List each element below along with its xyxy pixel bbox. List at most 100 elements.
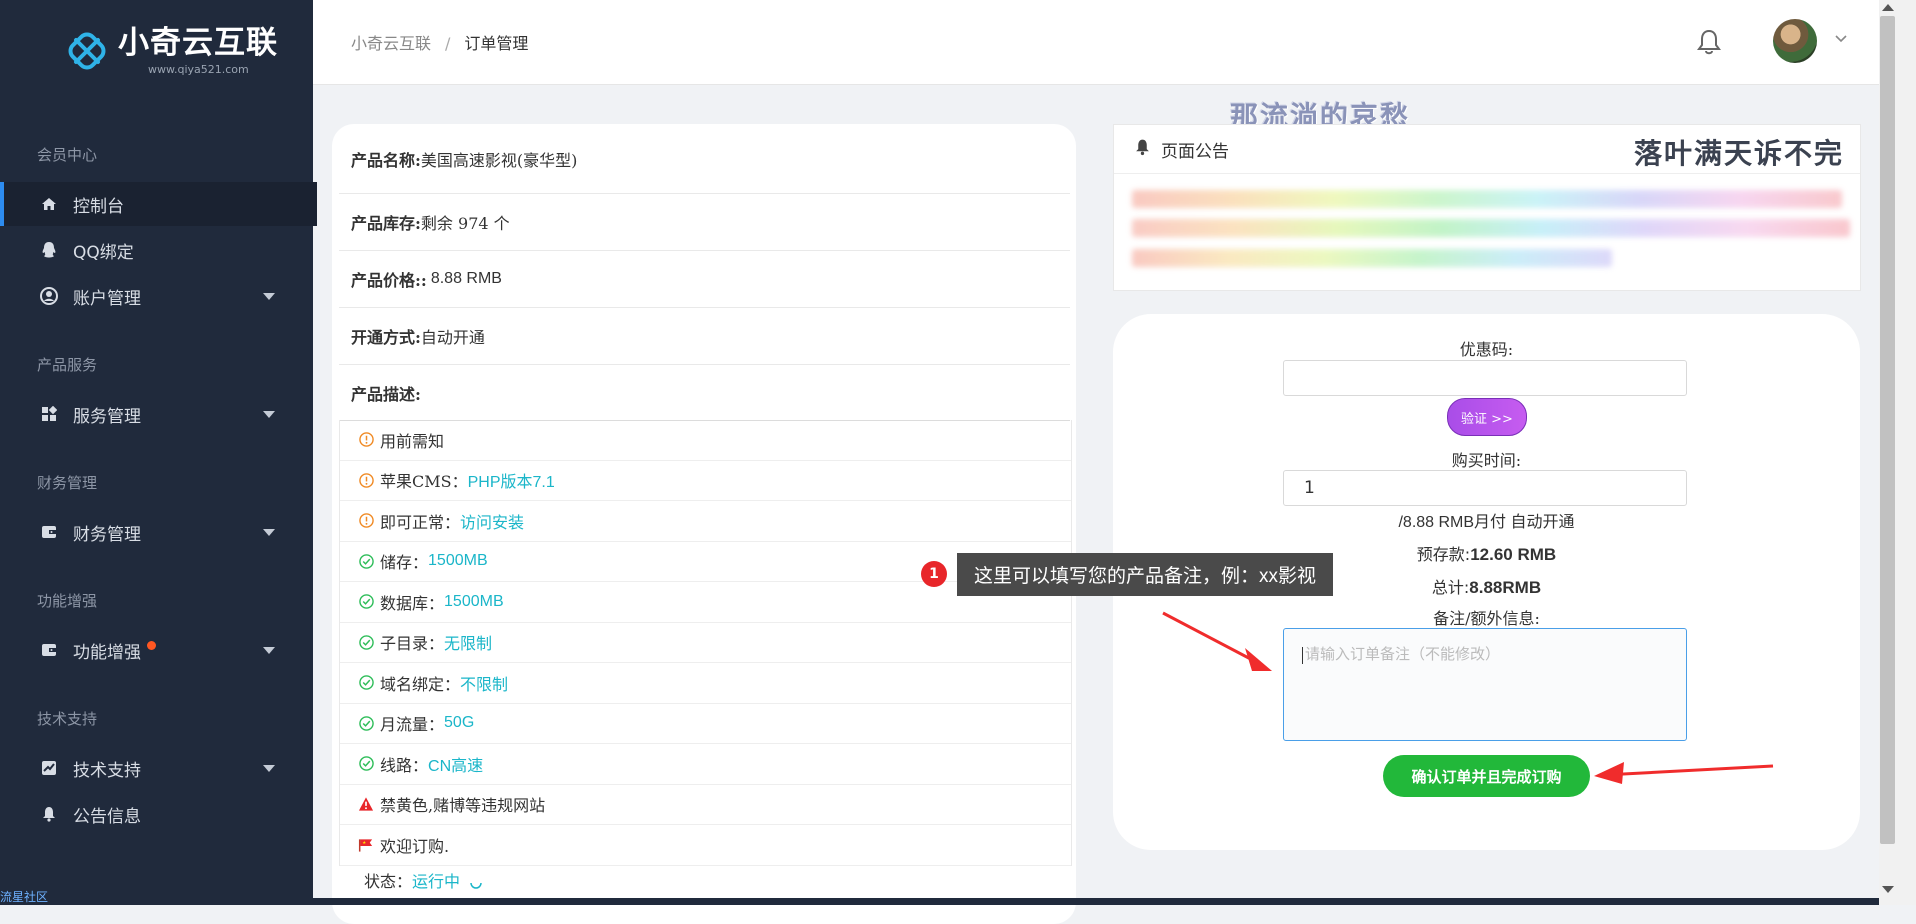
bottom-strip <box>313 898 1879 905</box>
home-icon <box>39 194 59 214</box>
remark-label: 备注/额外信息: <box>1433 609 1540 628</box>
sidebar-item-label: 账户管理 <box>73 288 141 309</box>
sidebar-item-label: 控制台 <box>73 196 124 217</box>
feature-value: 50G <box>444 714 475 732</box>
chevron-down-icon[interactable] <box>1835 35 1847 43</box>
check-circle-icon <box>358 553 374 569</box>
sidebar-item-enhance[interactable]: 功能增强 <box>0 628 313 672</box>
wallet-icon <box>39 522 59 542</box>
feature-text: 即可正常： <box>380 512 461 532</box>
sidebar-item-dashboard[interactable]: 控制台 <box>0 182 317 226</box>
top-header: 小奇云互联 / 订单管理 <box>313 0 1879 85</box>
nav-section-enhance: 功能增强 <box>37 592 98 610</box>
product-price-value: 8.88 RMB <box>430 270 502 287</box>
check-circle-icon <box>358 715 374 731</box>
blurred-notice-line <box>1132 249 1612 267</box>
bell-icon <box>1134 138 1151 161</box>
list-item: 线路： CN高速 <box>340 744 1071 785</box>
feature-value: 不限制 <box>460 674 509 694</box>
total-label: 总计: <box>1431 578 1470 597</box>
product-open-value: 自动开通 <box>420 328 485 347</box>
scroll-up-arrow-icon[interactable] <box>1882 4 1894 11</box>
sidebar: 小奇云互联 www.qiya521.com 会员中心 控制台 QQ绑定 账户管理… <box>0 0 317 905</box>
breadcrumb-separator: / <box>445 34 451 53</box>
feature-value: CN高速 <box>428 757 484 775</box>
sidebar-item-finance[interactable]: 财务管理 <box>0 510 313 554</box>
sidebar-item-qq[interactable]: QQ绑定 <box>0 228 313 272</box>
feature-text: 储存： <box>380 553 429 573</box>
product-desc-label: 产品描述: <box>351 384 421 404</box>
feature-list: 用前需知 苹果CMS： PHP版本7.1 即可正常： 访问安装 储存： 1500MB … <box>339 420 1072 866</box>
avatar[interactable] <box>1773 19 1817 63</box>
sidebar-item-account[interactable]: 账户管理 <box>0 274 313 318</box>
breadcrumb-home[interactable]: 小奇云互联 <box>351 34 431 53</box>
brand-logo[interactable]: 小奇云互联 www.qiya521.com <box>66 25 278 76</box>
feature-text: 欢迎订购. <box>380 836 450 856</box>
scroll-down-arrow-icon[interactable] <box>1882 886 1894 893</box>
annotation-tooltip: 这里可以填写您的产品备注，例：xx影视 <box>957 553 1334 596</box>
list-item: 月流量： 50G <box>340 704 1071 744</box>
new-badge-dot <box>147 640 156 650</box>
chevron-down-icon <box>263 529 275 536</box>
product-name-label: 产品名称: <box>351 150 421 170</box>
product-info-card: 产品名称: 美国高速影视(豪华型) 产品库存: 剩余 974 个 产品价格:: … <box>332 124 1076 924</box>
list-item: 禁黄色,赌博等违规网站 <box>340 785 1071 825</box>
sidebar-item-notice[interactable]: 公告信息 <box>0 792 313 836</box>
chevron-down-icon <box>263 411 275 418</box>
product-stock-label: 产品库存: <box>351 214 421 233</box>
sidebar-item-label: 公告信息 <box>73 806 141 827</box>
verify-coupon-button[interactable]: 验证 >> <box>1447 398 1527 436</box>
watermark-text: 落叶满天诉不完 <box>1634 137 1845 170</box>
confirm-order-button[interactable]: 确认订单并且完成订购 <box>1383 755 1590 797</box>
sidebar-item-service[interactable]: 服务管理 <box>0 392 313 436</box>
list-item: 苹果CMS： PHP版本7.1 <box>340 461 1071 501</box>
nav-section-member: 会员中心 <box>37 146 98 164</box>
list-item: 用前需知 <box>340 420 1071 461</box>
wallet-icon <box>39 640 59 660</box>
sidebar-item-label: 功能增强 <box>73 642 141 663</box>
breadcrumb: 小奇云互联 / 订单管理 <box>351 30 528 54</box>
feature-text: 禁黄色,赌博等违规网站 <box>380 796 546 816</box>
purchase-time-label: 购买时间: <box>1451 451 1522 470</box>
feature-text: 线路： <box>380 755 429 775</box>
text-cursor <box>1302 646 1303 664</box>
feature-value: PHP版本7.1 <box>467 474 555 492</box>
nav-section-product: 产品服务 <box>37 356 98 374</box>
sidebar-item-label: 财务管理 <box>73 524 141 545</box>
feature-text: 数据库： <box>380 593 445 613</box>
period-text: /8.88 RMB月付 自动开通 <box>1398 514 1575 531</box>
coupon-input[interactable] <box>1283 360 1687 396</box>
chevron-down-icon <box>263 647 275 654</box>
product-name-value: 美国高速影视(豪华型) <box>420 150 578 170</box>
info-circle-icon <box>358 432 374 448</box>
feature-value: 1500MB <box>428 552 488 570</box>
info-circle-icon <box>358 472 374 488</box>
scrollbar-thumb[interactable] <box>1880 16 1895 844</box>
remark-textarea[interactable]: 请输入订单备注（不能修改） <box>1283 628 1687 741</box>
qq-icon <box>39 240 59 260</box>
purchase-time-input[interactable]: 1 <box>1283 470 1687 506</box>
check-circle-icon <box>358 675 374 691</box>
user-circle-icon <box>39 286 59 306</box>
status-row: 状态：运行中 <box>364 868 483 892</box>
info-circle-icon <box>358 513 374 529</box>
balance-value: 12.60 RMB <box>1470 545 1557 564</box>
sidebar-item-support[interactable]: 技术支持 <box>0 746 313 790</box>
bell-icon <box>39 804 59 824</box>
brand-name: 小奇云互联 <box>118 25 278 61</box>
check-circle-icon <box>358 634 374 650</box>
feature-text: 子目录： <box>380 634 445 654</box>
product-desc-row: 产品描述: <box>339 365 1070 421</box>
product-price-row: 产品价格:: 8.88 RMB <box>339 251 1070 308</box>
check-circle-icon <box>358 756 374 772</box>
notification-bell-icon[interactable] <box>1696 28 1722 56</box>
grid-icon <box>39 404 59 424</box>
feature-text: 月流量： <box>380 715 445 735</box>
sidebar-item-label: 技术支持 <box>73 760 141 781</box>
remark-placeholder: 请输入订单备注（不能修改） <box>1305 645 1501 663</box>
coupon-label: 优惠码: <box>1459 340 1514 359</box>
status-value: 运行中 <box>412 872 461 891</box>
nav-section-support: 技术支持 <box>37 710 98 728</box>
footer-link[interactable]: 流星社区 <box>0 888 60 905</box>
feature-value: 访问安装 <box>460 512 525 532</box>
